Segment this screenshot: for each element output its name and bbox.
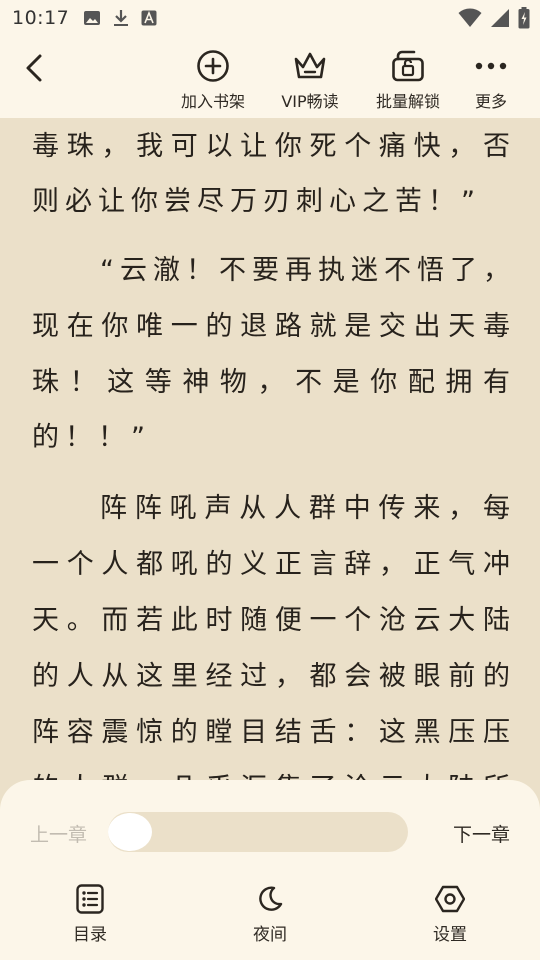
crown-icon <box>294 52 326 79</box>
moon-icon <box>259 886 283 911</box>
add-to-bookshelf-button[interactable]: 加入书架 <box>168 48 258 112</box>
catalog-button[interactable]: 目录 <box>45 882 135 945</box>
more-label: 更多 <box>474 92 507 111</box>
text-a-icon <box>141 10 157 26</box>
settings-button[interactable]: 设置 <box>405 882 495 945</box>
vip-read-button[interactable]: VIP畅读 <box>265 48 355 112</box>
catalog-label: 目录 <box>73 925 107 945</box>
chevron-left-icon <box>26 54 42 82</box>
night-mode-label: 夜间 <box>253 925 287 945</box>
top-toolbar: 加入书架 VIP畅读 批量解锁 更多 <box>0 36 540 118</box>
bottom-control-panel: 上一章 下一章 目录 夜间 设置 <box>0 780 540 960</box>
back-button[interactable] <box>18 52 50 84</box>
add-to-bookshelf-label: 加入书架 <box>180 92 245 111</box>
text-line: “云澈！不要再执迷不悟了， <box>100 255 510 286</box>
next-chapter-button[interactable]: 下一章 <box>453 820 510 847</box>
battery-charging-icon <box>518 7 530 29</box>
text-line: 阵容震惊的瞠目结舌：这黑压压 <box>32 717 510 748</box>
text-line: 一个人都吼的义正言辞，正气冲 <box>32 549 510 580</box>
status-system-icons <box>458 7 530 29</box>
wifi-icon <box>458 8 482 27</box>
catalog-list-icon <box>76 884 104 914</box>
text-line: 的人从这里经过，都会被眼前的 <box>32 661 510 692</box>
text-line: 阵阵吼声从人群中传来，每 <box>100 493 510 524</box>
more-button[interactable]: 更多 <box>446 48 536 112</box>
vip-read-label: VIP畅读 <box>281 92 339 111</box>
text-line: 毒珠，我可以让你死个痛快，否 <box>32 131 510 162</box>
signal-icon <box>491 9 509 27</box>
chapter-progress-slider[interactable] <box>108 812 408 852</box>
text-line: 珠！这等神物，不是你配拥有 <box>32 367 510 398</box>
download-icon <box>114 10 129 26</box>
text-line: 的！！” <box>32 422 151 453</box>
text-line: 则必让你尝尽万刃刺心之苦！” <box>32 186 481 217</box>
text-line: 现在你唯一的退路就是交出天毒 <box>32 311 510 342</box>
settings-label: 设置 <box>433 925 467 945</box>
image-icon <box>84 11 101 25</box>
text-line: 天。而若此时随便一个沧云大陆 <box>32 605 510 636</box>
status-bar: 10:17 <box>0 0 540 36</box>
status-notification-icons <box>83 9 157 27</box>
slider-thumb[interactable] <box>108 813 152 851</box>
night-mode-button[interactable]: 夜间 <box>225 882 315 945</box>
batch-unlock-label: 批量解锁 <box>375 92 440 111</box>
more-dots-icon <box>475 62 507 70</box>
prev-chapter-button[interactable]: 上一章 <box>30 820 87 847</box>
status-time: 10:17 <box>12 7 70 29</box>
batch-unlock-button[interactable]: 批量解锁 <box>363 48 453 112</box>
plus-circle-icon <box>197 50 229 82</box>
unlock-icon <box>392 50 424 82</box>
settings-hexagon-icon <box>435 885 465 913</box>
